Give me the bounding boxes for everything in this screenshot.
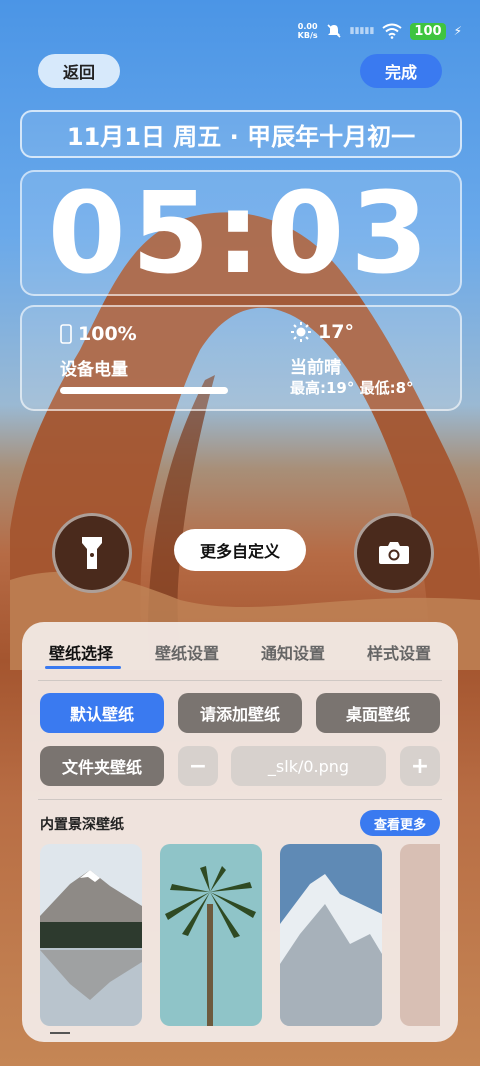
phone-battery-icon (60, 324, 72, 344)
add-wallpaper-button[interactable]: 请添加壁纸 (178, 693, 302, 733)
back-button[interactable]: 返回 (38, 54, 120, 88)
battery-level-bar (60, 387, 228, 394)
flashlight-icon (82, 537, 102, 569)
mountain-lake-image (40, 844, 142, 1026)
done-button[interactable]: 完成 (360, 54, 442, 88)
wallpaper-thumbnail-partial[interactable] (400, 844, 440, 1026)
camera-icon (379, 542, 409, 564)
desktop-wallpaper-button[interactable]: 桌面壁纸 (316, 693, 440, 733)
flashlight-button[interactable] (52, 513, 132, 593)
temperature-range: 最高:19° 最低:8° (290, 379, 414, 397)
tab-wallpaper-settings[interactable]: 壁纸设置 (155, 640, 219, 664)
palm-tree-image (160, 844, 262, 1026)
temperature: 17° (318, 321, 354, 343)
tab-notification-settings[interactable]: 通知设置 (261, 640, 325, 664)
see-more-button[interactable]: 查看更多 (360, 810, 440, 836)
section-title: 内置景深壁纸 (40, 817, 124, 833)
divider (38, 799, 442, 800)
clock-time: 05:03 (47, 170, 435, 296)
wifi-icon (382, 23, 403, 39)
tab-style-settings[interactable]: 样式设置 (367, 640, 431, 664)
battery-indicator: 100 (410, 22, 446, 40)
weather-condition: 当前晴 (290, 358, 341, 378)
clock-widget[interactable]: 05:03 (20, 170, 462, 296)
scroll-handle[interactable] (50, 1032, 70, 1034)
divider (38, 680, 442, 681)
charging-icon: ⚡ (453, 24, 462, 38)
info-widget[interactable]: 100% 设备电量 17° 当前晴 最高:19° 最低:8° (20, 305, 462, 411)
increment-button[interactable]: + (400, 746, 440, 786)
date-widget[interactable]: 11月1日 周五 · 甲辰年十月初一 (20, 110, 462, 158)
wallpaper-thumbnail-palm-tree[interactable] (160, 844, 262, 1026)
battery-status: 100% (60, 323, 137, 345)
default-wallpaper-button[interactable]: 默认壁纸 (40, 693, 164, 733)
settings-panel: 壁纸选择 壁纸设置 通知设置 样式设置 默认壁纸 请添加壁纸 桌面壁纸 文件夹壁… (22, 622, 458, 1042)
signal-icon: ▮▮▮▮▮ (349, 26, 375, 36)
panel-tabs: 壁纸选择 壁纸设置 通知设置 样式设置 (22, 640, 458, 664)
wallpaper-thumbnail-snow-mountain[interactable] (280, 844, 382, 1026)
more-customize-button[interactable]: 更多自定义 (174, 529, 306, 571)
mute-icon (327, 24, 341, 38)
battery-label: 设备电量 (60, 360, 128, 380)
wallpaper-file-field[interactable]: _slk/0.png (231, 746, 386, 786)
folder-wallpaper-button[interactable]: 文件夹壁纸 (40, 746, 164, 786)
date-text: 11月1日 周五 · 甲辰年十月初一 (66, 122, 416, 151)
tab-wallpaper-select[interactable]: 壁纸选择 (49, 640, 113, 664)
partial-wallpaper-image (400, 844, 440, 1026)
status-bar: 0.00 KB/s ▮▮▮▮▮ 100 ⚡ (298, 22, 462, 40)
battery-percent: 100% (78, 323, 137, 345)
wallpaper-thumbnail-mountain-lake[interactable] (40, 844, 142, 1026)
camera-button[interactable] (354, 513, 434, 593)
decrement-button[interactable]: − (178, 746, 218, 786)
network-speed: 0.00 KB/s (297, 22, 318, 40)
snow-mountain-image (280, 844, 382, 1026)
active-tab-indicator (45, 666, 121, 669)
weather-status: 17° (290, 321, 354, 343)
sun-icon (291, 322, 311, 342)
